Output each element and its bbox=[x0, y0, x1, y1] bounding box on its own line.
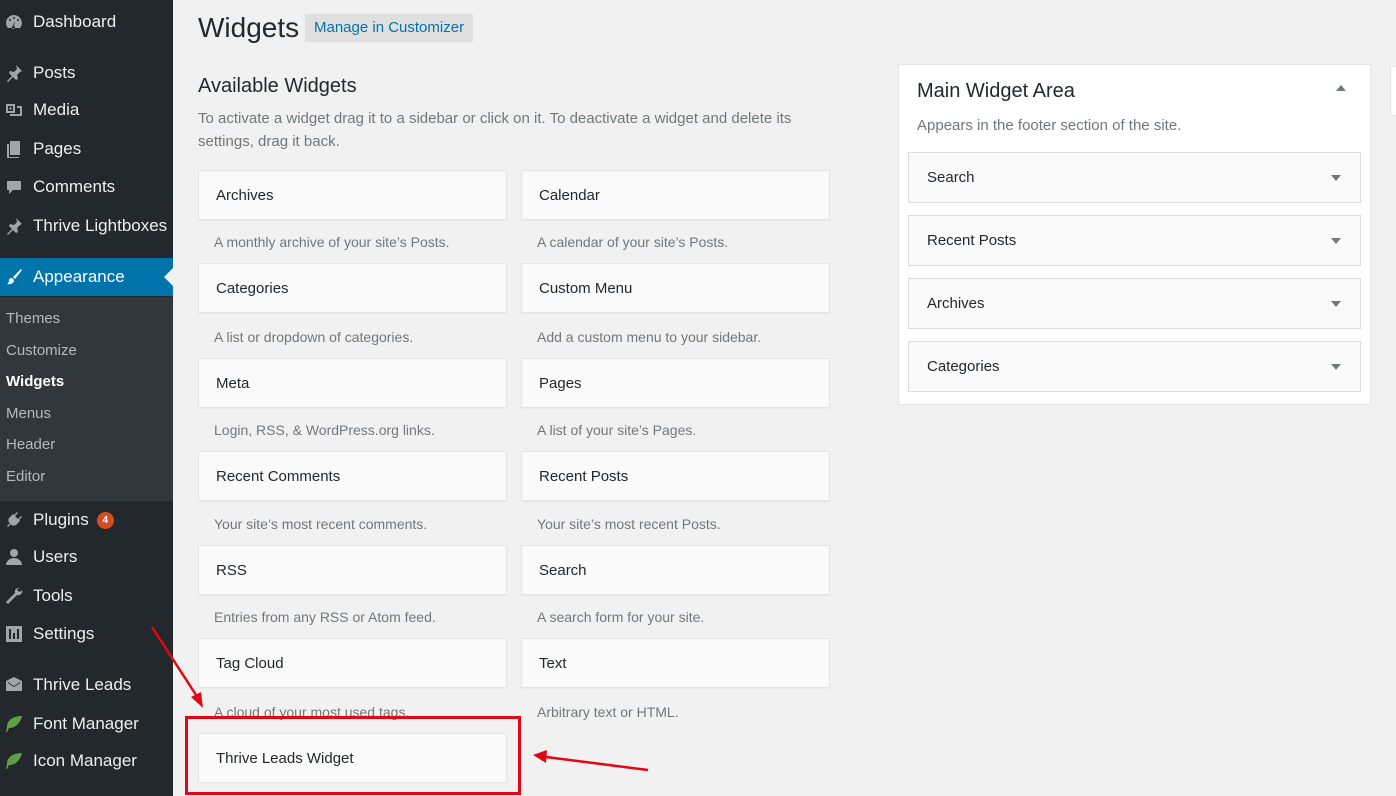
area-widget-title: Archives bbox=[927, 295, 985, 312]
menu-thrive-leads[interactable]: Thrive Leads bbox=[0, 666, 173, 704]
widget-description: A monthly archive of your site’s Posts. bbox=[214, 234, 450, 250]
menu-label: Thrive Leads bbox=[33, 675, 132, 694]
submenu-header[interactable]: Header bbox=[6, 436, 55, 453]
menu-label: Thrive Lightboxes bbox=[33, 216, 168, 235]
submenu-customize[interactable]: Customize bbox=[6, 342, 77, 359]
area-widget-categories[interactable]: Categories bbox=[908, 341, 1361, 392]
submenu-menus[interactable]: Menus bbox=[6, 405, 51, 422]
manage-in-customizer-button[interactable]: Manage in Customizer bbox=[305, 14, 474, 42]
widget-description: Your site’s most recent Posts. bbox=[537, 516, 721, 532]
menu-appearance[interactable]: Appearance bbox=[0, 258, 173, 296]
widget-tag-cloud[interactable]: Tag Cloud bbox=[198, 638, 507, 688]
user-icon bbox=[3, 546, 25, 568]
settings-icon bbox=[3, 623, 25, 645]
widget-description: A search form for your site. bbox=[537, 609, 705, 625]
menu-label: Plugins bbox=[33, 510, 89, 529]
area-widget-title: Search bbox=[927, 169, 975, 186]
widget-description: Arbitrary text or HTML. bbox=[537, 704, 679, 720]
pin-icon bbox=[3, 62, 25, 84]
menu-users[interactable]: Users bbox=[0, 538, 173, 576]
appearance-submenu: Themes Customize Widgets Menus Header Ed… bbox=[0, 297, 173, 501]
menu-label: Comments bbox=[33, 177, 116, 196]
widget-categories[interactable]: Categories bbox=[198, 263, 507, 313]
main-widget-area: Main Widget Area Appears in the footer s… bbox=[898, 64, 1371, 405]
expand-arrow-icon[interactable] bbox=[1331, 364, 1341, 370]
menu-media[interactable]: Media bbox=[0, 91, 173, 129]
widget-search[interactable]: Search bbox=[521, 545, 830, 595]
widget-recent-posts[interactable]: Recent Posts bbox=[521, 451, 830, 501]
plugins-update-badge: 4 bbox=[96, 511, 114, 529]
available-widgets-title: Available Widgets bbox=[198, 75, 357, 97]
widget-recent-comments[interactable]: Recent Comments bbox=[198, 451, 507, 501]
menu-plugins[interactable]: Plugins 4 bbox=[0, 501, 173, 539]
arrow-left-icon bbox=[533, 750, 649, 772]
plugin-icon bbox=[3, 509, 25, 531]
menu-label: Dashboard bbox=[33, 12, 117, 31]
widget-description: Entries from any RSS or Atom feed. bbox=[214, 609, 436, 625]
pages-icon bbox=[3, 138, 25, 160]
menu-label: Posts bbox=[33, 63, 76, 82]
menu-pages[interactable]: Pages bbox=[0, 130, 173, 168]
area-widget-search[interactable]: Search bbox=[908, 152, 1361, 203]
widget-description: A list or dropdown of categories. bbox=[214, 329, 414, 345]
wrench-icon bbox=[3, 585, 25, 607]
widget-description: Your site’s most recent comments. bbox=[214, 516, 428, 532]
page-title: Widgets bbox=[198, 12, 300, 43]
widget-text[interactable]: Text bbox=[521, 638, 830, 688]
leaf-icon bbox=[3, 713, 25, 735]
area-widget-recent-posts[interactable]: Recent Posts bbox=[908, 215, 1361, 266]
menu-posts[interactable]: Posts bbox=[0, 54, 173, 92]
admin-sidebar: Dashboard Posts Media Pages Comments Thr… bbox=[0, 0, 173, 796]
paintbrush-icon bbox=[3, 266, 25, 288]
widget-archives[interactable]: Archives bbox=[198, 170, 507, 220]
pin-icon bbox=[3, 215, 25, 237]
menu-label: Users bbox=[33, 547, 78, 566]
main-widget-area-title[interactable]: Main Widget Area bbox=[917, 80, 1075, 103]
widget-custom-menu[interactable]: Custom Menu bbox=[521, 263, 830, 313]
expand-arrow-icon[interactable] bbox=[1331, 238, 1341, 244]
menu-label: Icon Manager bbox=[33, 751, 137, 770]
submenu-editor[interactable]: Editor bbox=[6, 468, 45, 485]
widget-description: A list of your site’s Pages. bbox=[537, 422, 697, 438]
leaf-icon bbox=[3, 750, 25, 772]
menu-dashboard[interactable]: Dashboard bbox=[0, 3, 173, 41]
widget-pages[interactable]: Pages bbox=[521, 358, 830, 408]
widget-meta[interactable]: Meta bbox=[198, 358, 507, 408]
comment-icon bbox=[3, 176, 25, 198]
menu-label: Tools bbox=[33, 586, 73, 605]
menu-label: Font Manager bbox=[33, 714, 139, 733]
available-widgets-description: To activate a widget drag it to a sideba… bbox=[198, 110, 792, 150]
expand-arrow-icon[interactable] bbox=[1331, 175, 1341, 181]
menu-tools[interactable]: Tools bbox=[0, 577, 173, 615]
submenu-widgets[interactable]: Widgets bbox=[6, 373, 64, 390]
collapse-arrow-icon[interactable] bbox=[1336, 85, 1346, 91]
main-widget-area-description: Appears in the footer section of the sit… bbox=[917, 117, 1182, 134]
area-widget-title: Categories bbox=[927, 358, 1000, 375]
menu-comments[interactable]: Comments bbox=[0, 168, 173, 206]
media-icon bbox=[3, 99, 25, 121]
expand-arrow-icon[interactable] bbox=[1331, 301, 1341, 307]
widget-rss[interactable]: RSS bbox=[198, 545, 507, 595]
widget-description: Login, RSS, & WordPress.org links. bbox=[214, 422, 435, 438]
menu-label: Appearance bbox=[33, 267, 125, 286]
area-widget-archives[interactable]: Archives bbox=[908, 278, 1361, 329]
highlight-box bbox=[185, 716, 521, 795]
widget-calendar[interactable]: Calendar bbox=[521, 170, 830, 220]
widget-description: A calendar of your site’s Posts. bbox=[537, 234, 729, 250]
menu-label: Media bbox=[33, 100, 80, 119]
envelope-icon bbox=[3, 674, 25, 696]
menu-label: Settings bbox=[33, 624, 95, 643]
widget-description: Add a custom menu to your sidebar. bbox=[537, 329, 762, 345]
menu-font-manager[interactable]: Font Manager bbox=[0, 705, 173, 743]
submenu-themes[interactable]: Themes bbox=[6, 310, 60, 327]
menu-icon-manager[interactable]: Icon Manager bbox=[0, 742, 173, 780]
menu-settings[interactable]: Settings bbox=[0, 615, 173, 653]
dashboard-icon bbox=[3, 11, 25, 33]
next-widget-area-edge bbox=[1390, 66, 1396, 116]
menu-label: Pages bbox=[33, 139, 82, 158]
area-widget-title: Recent Posts bbox=[927, 232, 1017, 249]
menu-thrive-lightboxes[interactable]: Thrive Lightboxes bbox=[0, 207, 173, 245]
